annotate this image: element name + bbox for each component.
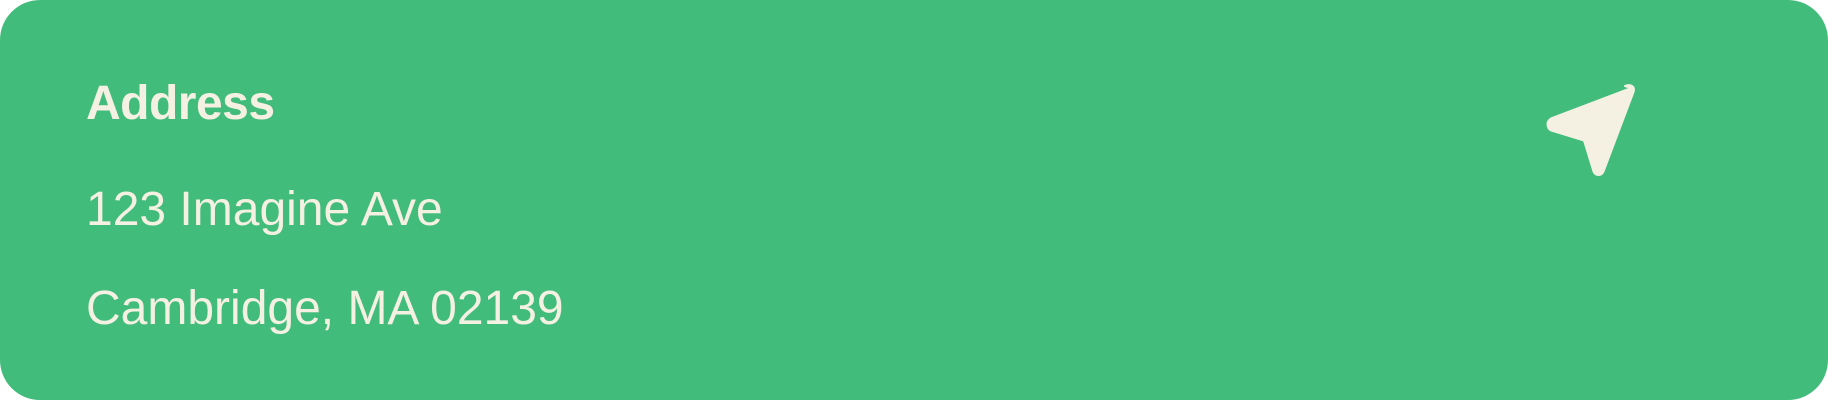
- address-line-1: 123 Imagine Ave: [86, 183, 443, 236]
- card-title: Address: [86, 77, 275, 130]
- address-card: Address 123 Imagine Ave Cambridge, MA 02…: [0, 0, 1828, 400]
- address-line-2: Cambridge, MA 02139: [86, 282, 564, 335]
- navigation-arrow-icon[interactable]: [1536, 76, 1640, 180]
